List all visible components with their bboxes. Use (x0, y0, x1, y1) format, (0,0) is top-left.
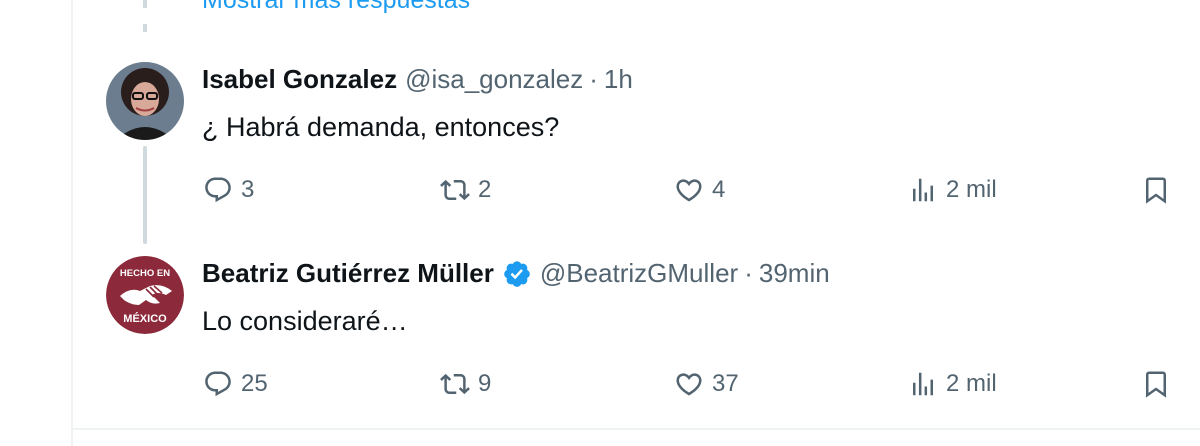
reply-button[interactable]: 25 (203, 369, 268, 399)
retweet-icon (440, 369, 470, 399)
show-more-replies-link[interactable]: Mostrar más respuestas (202, 0, 470, 15)
avatar[interactable]: HECHO EN MÉXICO (106, 256, 184, 334)
like-button[interactable]: 37 (674, 369, 739, 399)
avatar[interactable] (106, 62, 184, 140)
retweet-button[interactable]: 9 (440, 369, 491, 399)
thread-line-dotted (143, 0, 147, 48)
like-count: 4 (712, 176, 726, 203)
like-button[interactable]: 4 (674, 175, 725, 205)
thread-connector-line (143, 146, 147, 244)
bookmark-icon (1141, 175, 1171, 205)
reply-count: 25 (241, 370, 268, 397)
avatar-text-bottom: MÉXICO (123, 312, 167, 325)
heart-icon (674, 369, 704, 399)
retweet-button[interactable]: 2 (440, 175, 491, 205)
heart-icon (674, 175, 704, 205)
tweet-divider (73, 428, 1200, 430)
tweet-text: Lo consideraré… (202, 306, 408, 336)
bookmark-icon (1141, 369, 1171, 399)
views-button[interactable]: 2 mil (908, 369, 997, 399)
timeline-left-border (71, 0, 73, 446)
tweet-header: Beatriz Gutiérrez Müller @BeatrizGMuller… (202, 258, 830, 289)
bookmark-button[interactable] (1141, 369, 1171, 399)
author-handle[interactable]: @BeatrizGMuller (540, 258, 738, 289)
avatar-image (106, 62, 184, 140)
author-name[interactable]: Isabel Gonzalez (202, 64, 397, 95)
reply-count: 3 (241, 176, 255, 203)
tweet-timestamp[interactable]: 39min (759, 258, 830, 289)
separator-dot: · (589, 64, 598, 94)
views-count: 2 mil (946, 176, 997, 203)
tweet-text: ¿ Habrá demanda, entonces? (202, 112, 560, 142)
author-handle[interactable]: @isa_gonzalez (405, 64, 583, 95)
retweet-icon (440, 175, 470, 205)
retweet-count: 2 (478, 176, 492, 203)
hecho-en-mexico-logo: HECHO EN MÉXICO (106, 256, 184, 334)
verified-badge-icon[interactable] (502, 259, 532, 289)
views-button[interactable]: 2 mil (908, 175, 997, 205)
avatar-text-top: HECHO EN (120, 268, 170, 279)
author-name[interactable]: Beatriz Gutiérrez Müller (202, 258, 494, 289)
like-count: 37 (712, 370, 739, 397)
separator-dot: · (744, 258, 753, 288)
reply-icon (203, 369, 233, 399)
bookmark-button[interactable] (1141, 175, 1171, 205)
tweet-header: Isabel Gonzalez @isa_gonzalez · 1h (202, 64, 633, 95)
analytics-icon (908, 175, 938, 205)
analytics-icon (908, 369, 938, 399)
reply-button[interactable]: 3 (203, 175, 254, 205)
tweet-timestamp[interactable]: 1h (604, 64, 633, 95)
views-count: 2 mil (946, 370, 997, 397)
retweet-count: 9 (478, 370, 492, 397)
reply-icon (203, 175, 233, 205)
